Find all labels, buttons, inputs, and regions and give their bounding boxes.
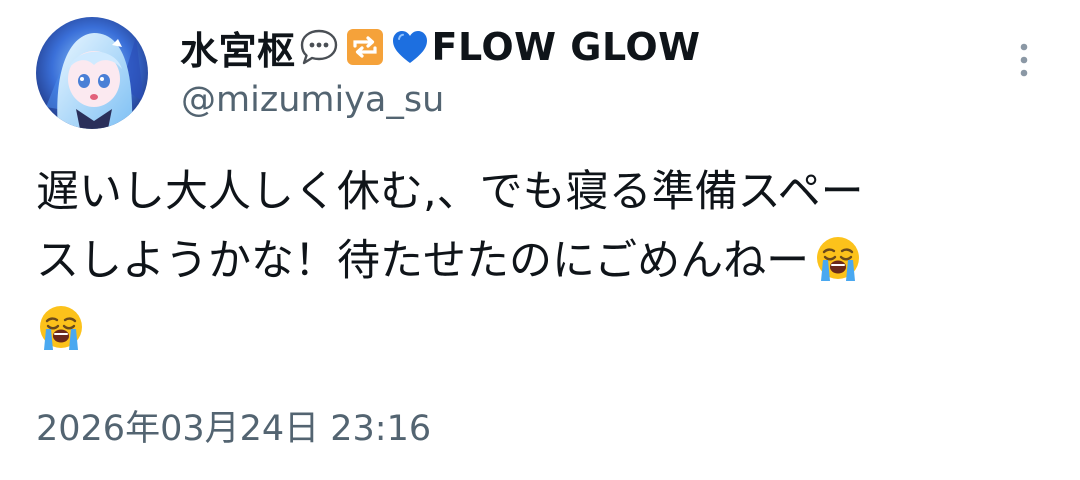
tweet-text-segment: 遅いし大人しく休む,、でも寝る準備スペー [36, 167, 864, 217]
tweet-text-line: スしようかな！待たせたのにごめんねー [36, 227, 1036, 296]
blue-heart-emoji [390, 27, 430, 67]
display-name-brand[interactable]: FLOW GLOW [432, 25, 701, 69]
tweet-text-line: 遅いし大人しく休む,、でも寝る準備スペー [36, 158, 1036, 227]
display-name[interactable]: 水宮枢 [180, 20, 296, 75]
author-name-row: 水宮枢 FLOW GLOW [180, 20, 701, 75]
speech-balloon-emoji [298, 26, 340, 68]
tweet-text-segment: スしようかな！待たせたのにごめんねー [36, 236, 810, 286]
vertical-ellipsis-icon [1020, 43, 1028, 77]
author-handle[interactable]: @mizumiya_su [181, 80, 444, 120]
repeat-arrows-emoji [344, 26, 386, 68]
tweet-text: 遅いし大人しく休む,、でも寝る準備スペー スしようかな！待たせたのにごめんねー [36, 158, 1036, 365]
avatar[interactable] [36, 17, 148, 129]
more-options-button[interactable] [1004, 38, 1044, 82]
avatar-image [36, 17, 148, 129]
loudly-crying-face-emoji [36, 303, 86, 353]
tweet-text-line [36, 296, 1036, 365]
tweet-timestamp[interactable]: 2026年03月24日 23:16 [36, 400, 431, 451]
tweet-card: 水宮枢 FLOW GLOW @mizumiya_su 遅いし大人しく休む,、でも… [0, 0, 1080, 480]
loudly-crying-face-emoji [813, 234, 863, 284]
